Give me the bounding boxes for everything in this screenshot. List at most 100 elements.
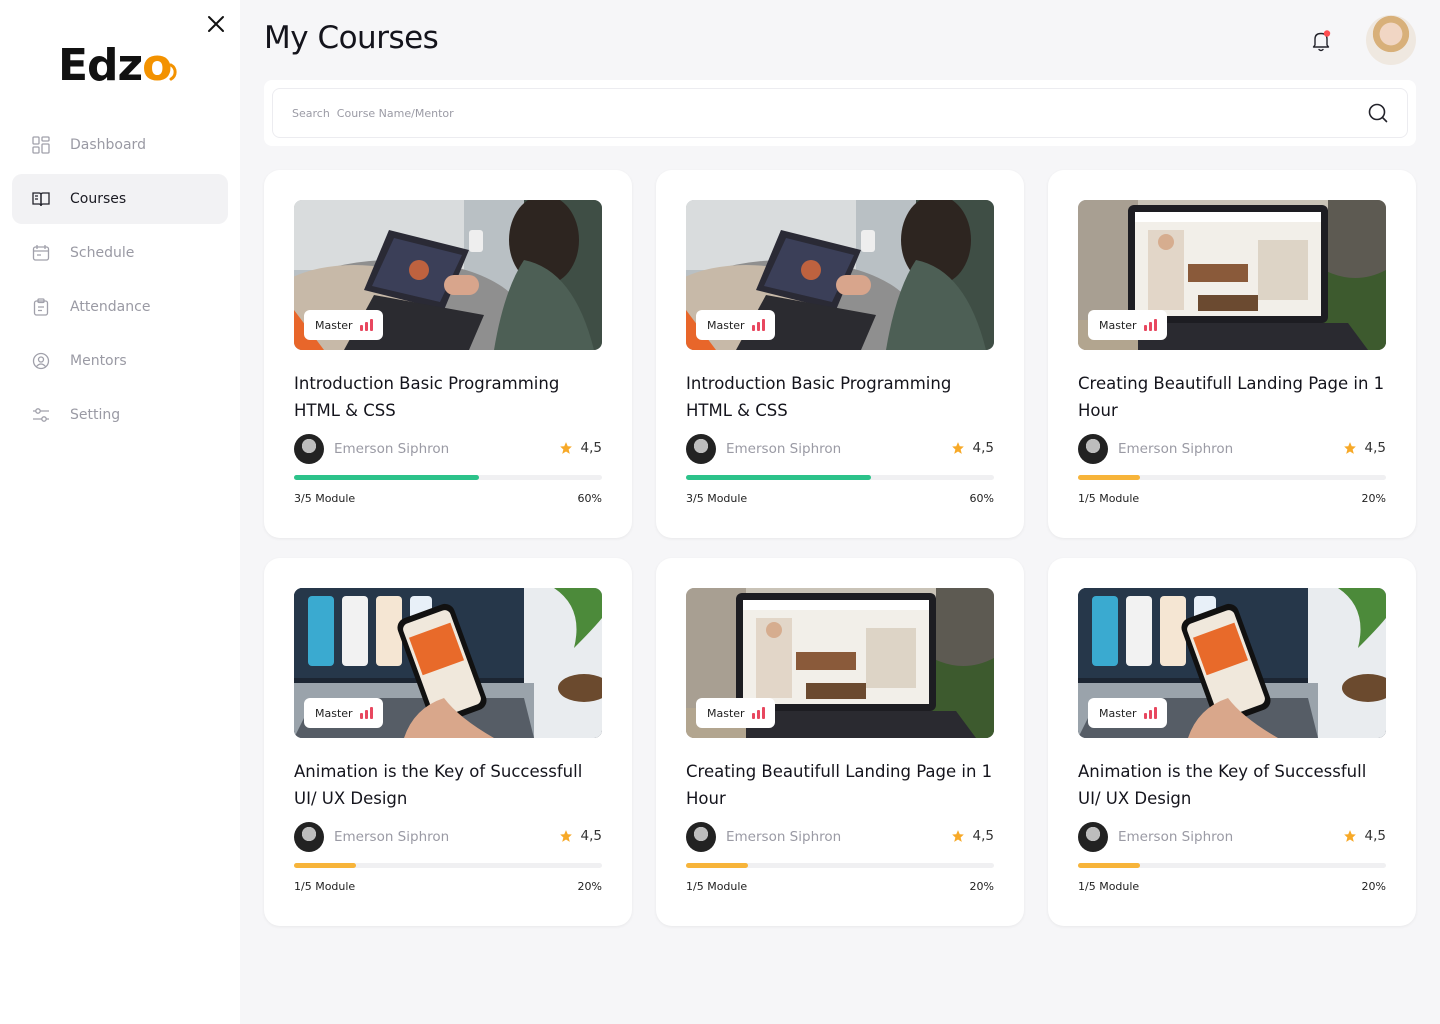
level-label: Master [315, 318, 353, 332]
level-bars-icon [751, 319, 765, 331]
progress-bar [686, 475, 994, 480]
mentor-name: Emerson Siphron [726, 829, 842, 845]
mentor-avatar [294, 822, 324, 852]
level-bars-icon [1143, 707, 1157, 719]
sidebar-item-courses[interactable]: Courses [12, 174, 228, 224]
progress-percent: 20% [969, 880, 994, 893]
course-rating: 4,5 [559, 828, 602, 844]
level-bars-icon [359, 707, 373, 719]
star-icon [1343, 442, 1356, 454]
page-title: My Courses [264, 20, 439, 56]
logo-text: Edz [58, 40, 143, 91]
rating-value: 4,5 [580, 440, 602, 456]
user-avatar[interactable] [1366, 15, 1416, 65]
course-rating: 4,5 [559, 440, 602, 456]
course-card[interactable]: Master Creating Beautifull Landing Page … [1048, 170, 1416, 538]
mentor-avatar [686, 822, 716, 852]
calendar-icon [32, 244, 50, 262]
close-icon[interactable] [204, 12, 228, 36]
level-label: Master [1099, 706, 1137, 720]
level-bars-icon [1143, 319, 1157, 331]
course-card[interactable]: Master Animation is the Key of Successfu… [1048, 558, 1416, 926]
star-icon [951, 830, 964, 842]
star-icon [951, 442, 964, 454]
rating-value: 4,5 [972, 828, 994, 844]
mentor-info: Emerson Siphron [686, 822, 841, 852]
dashboard-icon [32, 136, 50, 154]
sidebar-item-schedule[interactable]: Schedule [12, 228, 228, 278]
sidebar-item-setting[interactable]: Setting [12, 390, 228, 440]
progress-percent: 60% [577, 492, 602, 505]
module-count: 1/5 Module [1078, 880, 1140, 893]
course-title: Introduction Basic Programming HTML & CS… [686, 374, 952, 420]
sidebar-item-label: Courses [70, 191, 127, 207]
mentor-name: Emerson Siphron [1118, 441, 1234, 457]
mentor-avatar [686, 434, 716, 464]
course-title: Introduction Basic Programming HTML & CS… [294, 374, 560, 420]
module-count: 1/5 Module [686, 880, 748, 893]
rating-value: 4,5 [972, 440, 994, 456]
progress-fill [686, 863, 748, 868]
level-label: Master [315, 706, 353, 720]
star-icon [559, 442, 572, 454]
mentor-info: Emerson Siphron [686, 434, 841, 464]
signal-arc-icon [169, 63, 178, 81]
course-title: Creating Beautifull Landing Page in 1 Ho… [1078, 374, 1385, 420]
rating-value: 4,5 [1364, 440, 1386, 456]
level-badge: Master [304, 310, 383, 340]
mentor-avatar [1078, 434, 1108, 464]
mentor-info: Emerson Siphron [294, 822, 449, 852]
progress-percent: 20% [577, 880, 602, 893]
progress-bar [294, 475, 602, 480]
sidebar-item-attendance[interactable]: Attendance [12, 282, 228, 332]
mentor-name: Emerson Siphron [726, 441, 842, 457]
notification-bell-icon[interactable] [1308, 28, 1334, 54]
course-card[interactable]: Master Creating Beautifull Landing Page … [656, 558, 1024, 926]
progress-bar [1078, 475, 1386, 480]
mentor-name: Emerson Siphron [1118, 829, 1234, 845]
rating-value: 4,5 [580, 828, 602, 844]
level-badge: Master [304, 698, 383, 728]
sidebar-nav: Dashboard Courses Schedule Attendance Me… [12, 120, 228, 444]
progress-bar [686, 863, 994, 868]
search-input[interactable] [273, 106, 1367, 120]
sidebar-item-label: Dashboard [70, 137, 146, 153]
mentor-name: Emerson Siphron [334, 829, 450, 845]
level-badge: Master [1088, 698, 1167, 728]
course-card[interactable]: Master Introduction Basic Programming HT… [656, 170, 1024, 538]
progress-bar [1078, 863, 1386, 868]
mentor-info: Emerson Siphron [1078, 822, 1233, 852]
user-icon [32, 352, 50, 370]
mentor-avatar [294, 434, 324, 464]
progress-fill [686, 475, 871, 480]
mentor-name: Emerson Siphron [334, 441, 450, 457]
level-label: Master [707, 706, 745, 720]
logo-o: o [142, 40, 172, 91]
course-card[interactable]: Master Introduction Basic Programming HT… [264, 170, 632, 538]
progress-fill [294, 863, 356, 868]
course-card[interactable]: Master Animation is the Key of Successfu… [264, 558, 632, 926]
level-label: Master [1099, 318, 1137, 332]
level-badge: Master [696, 310, 775, 340]
sidebar-item-label: Setting [70, 407, 121, 423]
clipboard-icon [32, 298, 50, 316]
sidebar-item-mentors[interactable]: Mentors [12, 336, 228, 386]
module-count: 1/5 Module [1078, 492, 1140, 505]
level-label: Master [707, 318, 745, 332]
sidebar: Edz o Dashboard Courses Schedule Attendan… [0, 0, 240, 1024]
level-bars-icon [751, 707, 765, 719]
progress-fill [294, 475, 479, 480]
progress-bar [294, 863, 602, 868]
progress-fill [1078, 475, 1140, 480]
star-icon [1343, 830, 1356, 842]
module-count: 3/5 Module [294, 492, 356, 505]
level-badge: Master [1088, 310, 1167, 340]
search-bar [272, 88, 1408, 138]
course-title: Animation is the Key of Successfull UI/ … [1078, 762, 1367, 808]
search-icon[interactable] [1367, 102, 1389, 124]
sidebar-item-dashboard[interactable]: Dashboard [12, 120, 228, 170]
book-icon [32, 190, 50, 208]
module-count: 1/5 Module [294, 880, 356, 893]
level-bars-icon [359, 319, 373, 331]
course-title: Creating Beautifull Landing Page in 1 Ho… [686, 762, 993, 808]
